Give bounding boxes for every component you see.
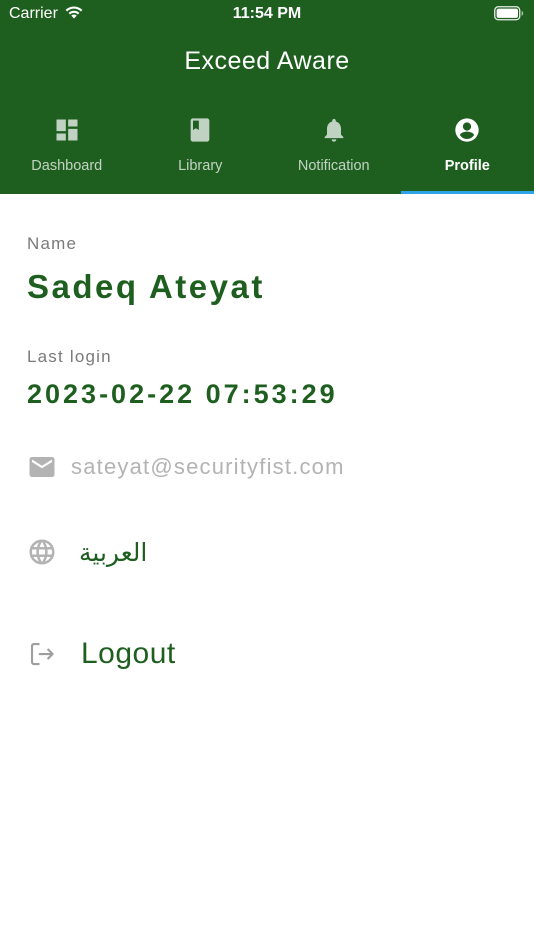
user-name: Sadeq Ateyat — [27, 268, 265, 305]
logout-row[interactable]: Logout — [27, 634, 176, 674]
globe-icon — [29, 539, 55, 565]
tab-profile[interactable]: Profile — [400, 108, 534, 194]
dashboard-icon — [56, 119, 78, 141]
last-login-value: 2023-02-22 07:53:29 — [27, 379, 338, 409]
status-bar: Carrier 11:54 PM — [0, 0, 534, 28]
tab-dashboard[interactable]: Dashboard — [0, 108, 134, 194]
tab-notification[interactable]: Notification — [267, 108, 401, 194]
bell-icon — [324, 118, 344, 142]
tab-label: Dashboard — [31, 158, 103, 174]
email-icon — [29, 457, 55, 477]
tab-library[interactable]: Library — [134, 108, 268, 194]
logout-icon — [30, 642, 54, 666]
tab-label: Library — [178, 158, 223, 174]
logout-button[interactable]: Logout — [81, 637, 176, 671]
profile-content: Name Sadeq Ateyat Last login 2023-02-22 … — [0, 194, 534, 950]
book-icon — [190, 118, 210, 142]
app-header: Carrier 11:54 PM Exceed Aware Dashboard … — [0, 0, 534, 194]
name-label: Name — [27, 234, 78, 253]
language-row[interactable]: العربية — [27, 532, 147, 572]
app-title: Exceed Aware — [184, 47, 350, 75]
status-time: 11:54 PM — [232, 5, 302, 22]
account-circle-icon — [455, 118, 479, 142]
battery-icon — [494, 6, 524, 21]
tab-label: Notification — [297, 158, 370, 174]
tab-bar: Dashboard Library Notification Profile — [0, 108, 534, 194]
tab-label: Profile — [444, 158, 490, 174]
language-option[interactable]: العربية — [79, 538, 147, 567]
email-row: sateyat@securityfist.com — [27, 447, 345, 487]
email-value: sateyat@securityfist.com — [71, 454, 345, 479]
last-login-label: Last login — [27, 347, 112, 366]
